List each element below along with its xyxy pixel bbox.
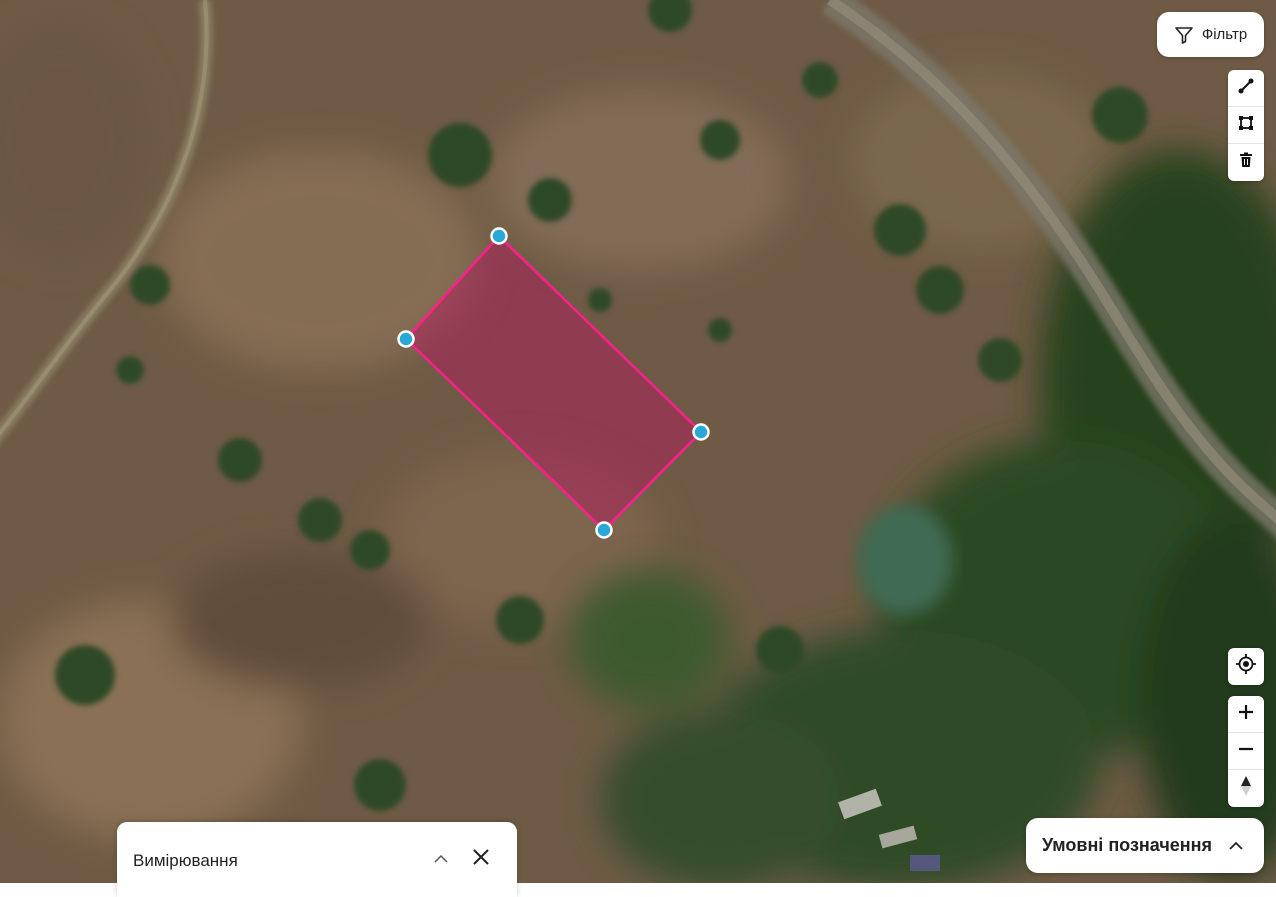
measurement-panel-title: Вимірювання <box>133 851 238 870</box>
measurement-close-button[interactable] <box>469 847 493 871</box>
crosshair-icon <box>1235 653 1257 680</box>
delete-tool-button[interactable] <box>1228 144 1264 181</box>
zoom-control <box>1228 696 1264 807</box>
polygon-vertex-handle[interactable] <box>692 423 710 441</box>
measurement-panel: Вимірювання <box>117 822 517 897</box>
draw-toolbar <box>1228 70 1264 181</box>
line-draw-icon <box>1237 77 1255 100</box>
filter-icon <box>1174 25 1194 45</box>
measured-area-polygon[interactable] <box>404 234 703 532</box>
polygon-vertex-handle[interactable] <box>595 521 613 539</box>
trash-icon <box>1237 151 1255 174</box>
chevron-up-icon <box>433 851 449 869</box>
compass-button[interactable] <box>1228 770 1264 807</box>
locate-button[interactable] <box>1228 648 1264 685</box>
zoom-in-button[interactable] <box>1228 696 1264 733</box>
polygon-draw-icon <box>1237 114 1255 137</box>
polygon-tool-button[interactable] <box>1228 107 1264 144</box>
zoom-out-button[interactable] <box>1228 733 1264 770</box>
measurement-collapse-button[interactable] <box>429 848 453 872</box>
close-icon <box>472 848 490 871</box>
chevron-up-icon <box>1228 841 1244 851</box>
polygon-vertex-handle[interactable] <box>490 227 508 245</box>
filter-button[interactable]: Фільтр <box>1157 12 1264 57</box>
minus-icon <box>1238 741 1254 762</box>
legend-title: Умовні позначення <box>1042 835 1213 855</box>
filter-label: Фільтр <box>1201 26 1248 43</box>
legend-button[interactable]: Умовні позначення <box>1026 818 1264 873</box>
polygon-vertex-handle[interactable] <box>397 330 415 348</box>
line-tool-button[interactable] <box>1228 70 1264 107</box>
locate-control <box>1228 648 1264 685</box>
plus-icon <box>1238 704 1254 725</box>
satellite-map[interactable] <box>0 0 1276 883</box>
compass-icon <box>1239 775 1253 802</box>
measurement-overlay <box>397 227 710 539</box>
